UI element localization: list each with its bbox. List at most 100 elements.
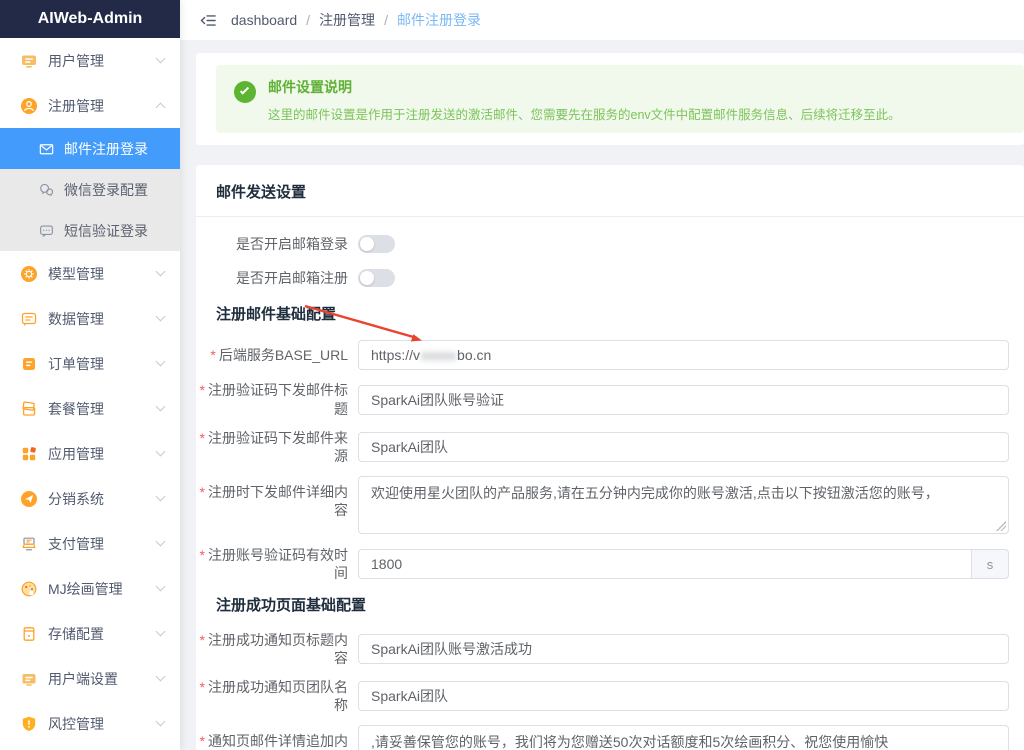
field-label: *注册成功通知页标题内容	[196, 631, 358, 667]
breadcrumb-item-current: 邮件注册登录	[397, 10, 481, 30]
sidebar-item-sms-login[interactable]: 短信验证登录	[0, 210, 180, 251]
url-suffix: bo.cn	[457, 347, 491, 363]
alert-description: 这里的邮件设置是作用于注册发送的激活邮件、您需要先在服务的env文件中配置邮件服…	[268, 104, 901, 123]
url-prefix: https://v	[371, 347, 420, 363]
topbar: dashboard / 注册管理 / 邮件注册登录	[180, 0, 1024, 40]
sidebar-item-label: 微信登录配置	[64, 180, 148, 200]
required-mark: *	[200, 547, 205, 563]
sidebar-item-data-mgmt[interactable]: 数据管理	[0, 296, 180, 341]
share-plane-icon	[20, 490, 38, 508]
sidebar-menu: 用户管理 注册管理 邮件注册登录 微信登录配置 短信验	[0, 38, 180, 750]
content-area: 邮件设置说明 这里的邮件设置是作用于注册发送的激活邮件、您需要先在服务的env文…	[180, 40, 1024, 750]
sidebar-item-model-mgmt[interactable]: 模型管理	[0, 251, 180, 296]
chevron-up-icon	[156, 103, 166, 113]
required-mark: *	[200, 382, 205, 398]
apps-grid-icon	[20, 445, 38, 463]
required-mark: *	[200, 632, 205, 648]
sidebar-item-label: 风控管理	[48, 714, 104, 734]
sidebar-item-label: 用户管理	[48, 51, 104, 71]
append-content-textarea[interactable]: ,请妥善保管您的账号，我们将为您赠送50次对话额度和5次绘画积分、祝您使用愉快	[358, 725, 1009, 750]
sidebar-item-distribution[interactable]: 分销系统	[0, 476, 180, 521]
breadcrumb-separator: /	[384, 12, 388, 28]
payment-icon	[20, 535, 38, 553]
user-circle-icon	[20, 97, 38, 115]
code-expiry-group: s	[358, 549, 1009, 579]
main-area: dashboard / 注册管理 / 邮件注册登录 邮件设置说明 这里的邮件设置…	[180, 0, 1024, 750]
breadcrumb-item-register-mgmt[interactable]: 注册管理	[319, 10, 375, 30]
email-register-row: 是否开启邮箱注册	[196, 269, 1009, 287]
sidebar-item-package-mgmt[interactable]: 套餐管理	[0, 386, 180, 431]
field-label: *注册成功通知页团队名称	[196, 678, 358, 714]
shield-icon	[20, 715, 38, 733]
email-login-row: 是否开启邮箱登录	[196, 235, 1009, 253]
chevron-down-icon	[156, 357, 166, 367]
field-label: 是否开启邮箱登录	[196, 235, 358, 253]
chevron-down-icon	[156, 627, 166, 637]
alert-title: 邮件设置说明	[268, 77, 901, 97]
resize-grip-icon[interactable]	[996, 521, 1006, 531]
append-content-row: *通知页邮件详情追加内容 ,请妥善保管您的账号，我们将为您赠送50次对话额度和5…	[196, 725, 1009, 750]
sidebar-item-mj-drawing[interactable]: MJ绘画管理	[0, 566, 180, 611]
field-label: *注册账号验证码有效时间	[196, 546, 358, 582]
data-chat-icon	[20, 310, 38, 328]
storage-icon	[20, 625, 38, 643]
chevron-down-icon	[156, 402, 166, 412]
required-mark: *	[200, 430, 205, 446]
breadcrumb-separator: /	[306, 12, 310, 28]
required-mark: *	[200, 679, 205, 695]
sidebar-item-user-mgmt[interactable]: 用户管理	[0, 38, 180, 83]
menu-fold-icon[interactable]	[200, 12, 217, 29]
sidebar-item-storage-config[interactable]: 存储配置	[0, 611, 180, 656]
code-expiry-input[interactable]	[358, 549, 971, 579]
breadcrumb-item-dashboard[interactable]: dashboard	[231, 12, 297, 28]
sidebar-item-label: 模型管理	[48, 264, 104, 284]
sidebar-item-label: 套餐管理	[48, 399, 104, 419]
toggle-knob	[360, 271, 374, 285]
sidebar-item-client-settings[interactable]: 用户端设置	[0, 656, 180, 701]
required-mark: *	[210, 347, 215, 363]
email-login-toggle[interactable]	[358, 235, 395, 253]
breadcrumb: dashboard / 注册管理 / 邮件注册登录	[231, 10, 481, 30]
card-title: 邮件发送设置	[196, 165, 1024, 217]
sidebar-item-risk-mgmt[interactable]: 风控管理	[0, 701, 180, 746]
required-mark: *	[200, 484, 205, 500]
sidebar-item-payment-mgmt[interactable]: 支付管理	[0, 521, 180, 566]
success-alert: 邮件设置说明 这里的邮件设置是作用于注册发送的激活邮件、您需要先在服务的env文…	[216, 65, 1024, 133]
code-expiry-row: *注册账号验证码有效时间 s	[196, 546, 1009, 582]
package-icon	[20, 400, 38, 418]
client-settings-icon	[20, 670, 38, 688]
chevron-down-icon	[156, 312, 166, 322]
mail-source-input[interactable]	[358, 432, 1009, 462]
mail-title-row: *注册验证码下发邮件标题	[196, 381, 1009, 417]
base-url-input[interactable]: https://v xxxxx bo.cn	[358, 340, 1009, 370]
check-circle-icon	[234, 81, 256, 103]
sidebar-item-label: 数据管理	[48, 309, 104, 329]
mail-content-textarea[interactable]: 欢迎使用星火团队的产品服务,请在五分钟内完成你的账号激活,点击以下按钮激活您的账…	[358, 476, 1009, 534]
field-label: 是否开启邮箱注册	[196, 269, 358, 287]
base-url-row: *后端服务BASE_URL https://v xxxxx bo.cn	[196, 340, 1009, 370]
sidebar-item-register-mgmt[interactable]: 注册管理	[0, 83, 180, 128]
sidebar-item-wechat-login[interactable]: 微信登录配置	[0, 169, 180, 210]
sidebar-item-label: MJ绘画管理	[48, 579, 123, 599]
success-title-input[interactable]	[358, 634, 1009, 664]
sidebar-item-order-mgmt[interactable]: 订单管理	[0, 341, 180, 386]
sidebar-item-app-mgmt[interactable]: 应用管理	[0, 431, 180, 476]
mail-icon	[38, 140, 55, 157]
chevron-down-icon	[156, 54, 166, 64]
sidebar-item-label: 支付管理	[48, 534, 104, 554]
mail-title-input[interactable]	[358, 385, 1009, 415]
model-gear-icon	[20, 265, 38, 283]
sidebar-item-email-register-login[interactable]: 邮件注册登录	[0, 128, 180, 169]
sidebar: AIWeb-Admin 用户管理 注册管理 邮件注册登录 微信登录配置	[0, 0, 180, 750]
success-title-row: *注册成功通知页标题内容	[196, 631, 1009, 667]
email-register-toggle[interactable]	[358, 269, 395, 287]
sidebar-item-label: 应用管理	[48, 444, 104, 464]
success-team-input[interactable]	[358, 681, 1009, 711]
field-label: *注册时下发邮件详细内容	[196, 476, 358, 519]
chevron-down-icon	[156, 447, 166, 457]
field-label: *注册验证码下发邮件标题	[196, 381, 358, 417]
chevron-down-icon	[156, 537, 166, 547]
mail-content-row: *注册时下发邮件详细内容 欢迎使用星火团队的产品服务,请在五分钟内完成你的账号激…	[196, 476, 1009, 534]
url-censored-blur: xxxxx	[421, 347, 456, 363]
board-icon	[20, 52, 38, 70]
